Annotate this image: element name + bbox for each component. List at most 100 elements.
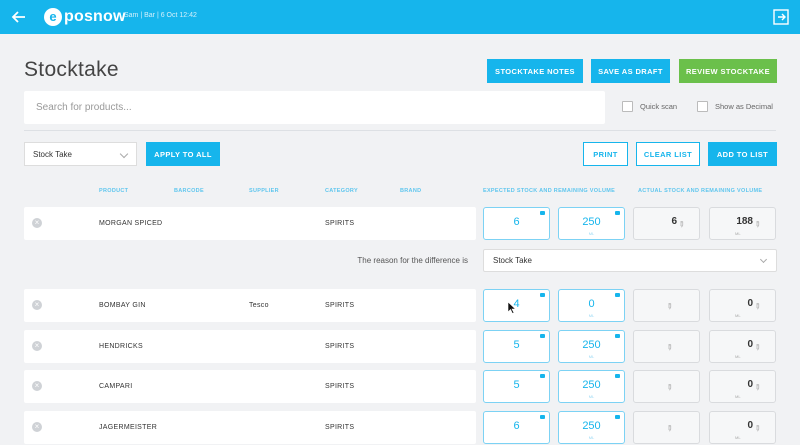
remove-circle-icon[interactable]: ×: [32, 341, 42, 351]
unit-label: ML: [735, 354, 741, 359]
actual-volume-field[interactable]: 0 ✎ ML: [709, 289, 776, 322]
actual-volume-field[interactable]: 0 ✎ ML: [709, 330, 776, 363]
actual-stock-field[interactable]: ✎: [633, 370, 700, 403]
expected-volume-value: 250: [582, 339, 601, 351]
pencil-icon[interactable]: ✎: [676, 219, 687, 230]
unit-label: ML: [588, 231, 595, 236]
expected-volume-field[interactable]: 250 ML: [558, 411, 625, 444]
actual-stock-field[interactable]: ✎: [633, 411, 700, 444]
unit-label: ML: [588, 354, 595, 359]
remove-circle-icon[interactable]: ×: [32, 381, 42, 391]
sign-out-icon[interactable]: [772, 8, 790, 26]
pencil-icon[interactable]: ✎: [752, 382, 763, 393]
add-to-list-button[interactable]: ADD TO LIST: [708, 142, 777, 166]
pencil-icon[interactable]: ✎: [752, 301, 763, 312]
arrow-left-icon[interactable]: [10, 8, 28, 26]
bulk-reason-select[interactable]: Stock Take: [24, 142, 137, 166]
pencil-icon[interactable]: ✎: [752, 219, 763, 230]
product-name: CAMPARI: [99, 383, 133, 390]
product-category: SPIRITS: [325, 424, 355, 431]
remove-circle-icon[interactable]: ×: [32, 300, 42, 310]
actual-volume-field[interactable]: 188 ✎ ML: [709, 207, 776, 240]
pencil-icon[interactable]: ✎: [752, 423, 763, 434]
logo-mark: e: [44, 8, 62, 26]
actual-volume-value: 0: [747, 379, 753, 390]
flag-icon: [540, 293, 545, 297]
pencil-icon[interactable]: ✎: [664, 382, 675, 393]
column-header-supplier: SUPPLIER: [249, 188, 279, 194]
quick-scan-toggle[interactable]: Quick scan: [622, 101, 677, 112]
actual-volume-value: 0: [747, 420, 753, 431]
column-header-category: CATEGORY: [325, 188, 358, 194]
session-info: Sam | Bar | 6 Oct 12:42: [124, 12, 197, 19]
chevron-down-icon: [759, 255, 768, 264]
column-header-brand: BRAND: [400, 188, 422, 194]
bulk-reason-value: Stock Take: [33, 149, 72, 159]
unit-label: ML: [735, 435, 741, 440]
table-row: [24, 330, 476, 363]
review-stocktake-button[interactable]: REVIEW STOCKTAKE: [679, 59, 777, 83]
flag-icon: [615, 415, 620, 419]
expected-volume-field[interactable]: 250 ML: [558, 370, 625, 403]
print-button[interactable]: PRINT: [583, 142, 628, 166]
flag-icon: [540, 334, 545, 338]
show-decimal-toggle[interactable]: Show as Decimal: [697, 101, 773, 112]
quick-scan-checkbox[interactable]: [622, 101, 633, 112]
pencil-icon[interactable]: ✎: [664, 301, 675, 312]
expected-stock-value: 6: [513, 420, 520, 432]
unit-label: ML: [735, 313, 741, 318]
actual-volume-field[interactable]: 0 ✎ ML: [709, 370, 776, 403]
pencil-icon[interactable]: ✎: [752, 342, 763, 353]
logo-text: posnow: [64, 8, 126, 25]
search-input[interactable]: Search for products...: [24, 91, 605, 124]
actual-volume-field[interactable]: 0 ✎ ML: [709, 411, 776, 444]
expected-volume-field[interactable]: 250 ML: [558, 330, 625, 363]
pencil-icon[interactable]: ✎: [664, 342, 675, 353]
expected-stock-field[interactable]: 6: [483, 411, 550, 444]
product-name: MORGAN SPICED: [99, 220, 163, 227]
remove-circle-icon[interactable]: ×: [32, 218, 42, 228]
remove-circle-icon[interactable]: ×: [32, 422, 42, 432]
expected-stock-field[interactable]: 5: [483, 370, 550, 403]
unit-label: ML: [588, 394, 595, 399]
expected-stock-field[interactable]: 6: [483, 207, 550, 240]
product-category: SPIRITS: [325, 383, 355, 390]
divider: [24, 130, 776, 131]
flag-icon: [615, 374, 620, 378]
stocktake-notes-button[interactable]: STOCKTAKE NOTES: [487, 59, 583, 83]
expected-volume-field[interactable]: 0 ML: [558, 289, 625, 322]
show-decimal-label: Show as Decimal: [715, 102, 773, 111]
expected-volume-value: 0: [588, 298, 595, 310]
reason-label: The reason for the difference is: [357, 256, 468, 265]
show-decimal-checkbox[interactable]: [697, 101, 708, 112]
column-header-barcode: BARCODE: [174, 188, 204, 194]
table-row: [24, 207, 476, 240]
product-supplier: Tesco: [249, 302, 269, 309]
flag-icon: [540, 211, 545, 215]
expected-stock-value: 5: [513, 339, 520, 351]
clear-list-button[interactable]: CLEAR LIST: [636, 142, 700, 166]
expected-stock-value: 5: [513, 379, 520, 391]
expected-stock-field[interactable]: 4: [483, 289, 550, 322]
product-category: SPIRITS: [325, 343, 355, 350]
chevron-down-icon: [119, 149, 129, 159]
unit-label: ML: [588, 313, 595, 318]
expected-volume-field[interactable]: 250 ML: [558, 207, 625, 240]
top-bar: e posnow Sam | Bar | 6 Oct 12:42: [0, 0, 800, 34]
table-row: [24, 370, 476, 403]
expected-stock-field[interactable]: 5: [483, 330, 550, 363]
expected-volume-value: 250: [582, 216, 601, 228]
pencil-icon[interactable]: ✎: [664, 423, 675, 434]
product-category: SPIRITS: [325, 302, 355, 309]
actual-stock-field[interactable]: ✎: [633, 289, 700, 322]
product-name: JAGERMEISTER: [99, 424, 158, 431]
table-row: [24, 411, 476, 444]
actual-stock-field[interactable]: 6 ✎: [633, 207, 700, 240]
flag-icon: [615, 334, 620, 338]
mouse-cursor-icon: [508, 302, 516, 314]
flag-icon: [540, 415, 545, 419]
reason-select[interactable]: Stock Take: [483, 249, 777, 272]
apply-to-all-button[interactable]: APPLY TO ALL: [146, 142, 220, 166]
save-as-draft-button[interactable]: SAVE AS DRAFT: [591, 59, 670, 83]
actual-stock-field[interactable]: ✎: [633, 330, 700, 363]
